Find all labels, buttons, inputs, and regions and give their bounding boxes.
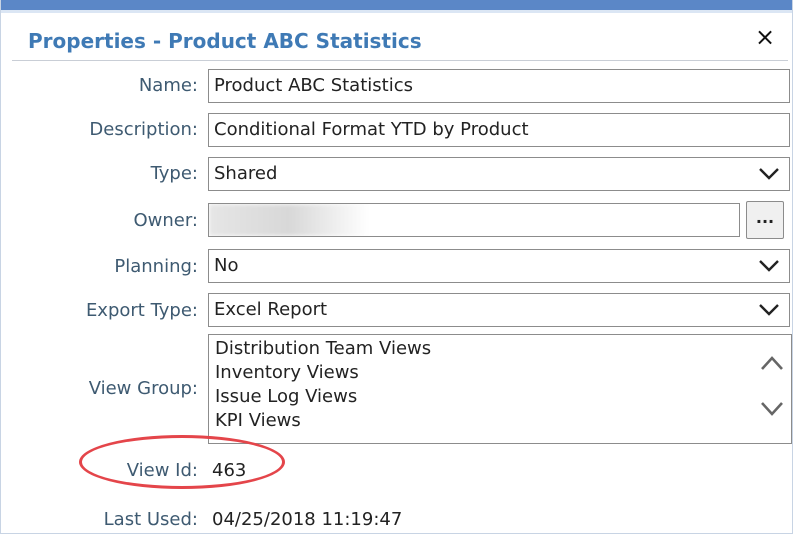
type-select-value: Shared — [214, 163, 278, 184]
view-group-items: Distribution Team Views Inventory Views … — [215, 337, 431, 433]
chevron-down-icon — [759, 304, 779, 316]
type-select[interactable]: Shared — [208, 157, 790, 191]
close-icon[interactable]: × — [752, 23, 778, 51]
owner-redacted-value — [209, 204, 369, 236]
planning-select[interactable]: No — [208, 249, 790, 283]
export-type-select-value: Excel Report — [214, 299, 328, 320]
planning-label: Planning: — [114, 256, 198, 277]
list-item[interactable]: KPI Views — [215, 409, 431, 433]
owner-browse-button[interactable]: ... — [746, 201, 784, 239]
chevron-down-icon — [759, 168, 779, 180]
description-label: Description: — [89, 119, 198, 140]
export-type-label: Export Type: — [85, 300, 198, 321]
list-item[interactable]: Inventory Views — [215, 361, 431, 385]
list-item[interactable]: Distribution Team Views — [215, 337, 431, 361]
chevron-down-icon[interactable] — [760, 399, 784, 419]
name-label: Name: — [138, 75, 198, 96]
last-used-label: Last Used: — [103, 509, 198, 530]
dialog-title: Properties - Product ABC Statistics — [28, 29, 422, 53]
description-field[interactable]: Conditional Format YTD by Product — [208, 113, 790, 147]
planning-select-value: No — [214, 255, 239, 276]
name-field[interactable]: Product ABC Statistics — [208, 69, 790, 103]
view-group-label: View Group: — [88, 378, 198, 399]
last-used-value: 04/25/2018 11:19:47 — [212, 509, 403, 530]
highlight-ellipse — [79, 435, 285, 489]
list-item[interactable]: Issue Log Views — [215, 385, 431, 409]
owner-field[interactable] — [208, 203, 740, 237]
view-group-scrollbar[interactable] — [753, 335, 791, 443]
owner-label: Owner: — [133, 210, 198, 231]
chevron-down-icon — [759, 260, 779, 272]
export-type-select[interactable]: Excel Report — [208, 293, 790, 327]
view-group-listbox[interactable]: Distribution Team Views Inventory Views … — [208, 334, 792, 444]
dialog-header: Properties - Product ABC Statistics × — [12, 17, 788, 61]
chevron-up-icon[interactable] — [760, 353, 784, 373]
type-label: Type: — [150, 163, 198, 184]
